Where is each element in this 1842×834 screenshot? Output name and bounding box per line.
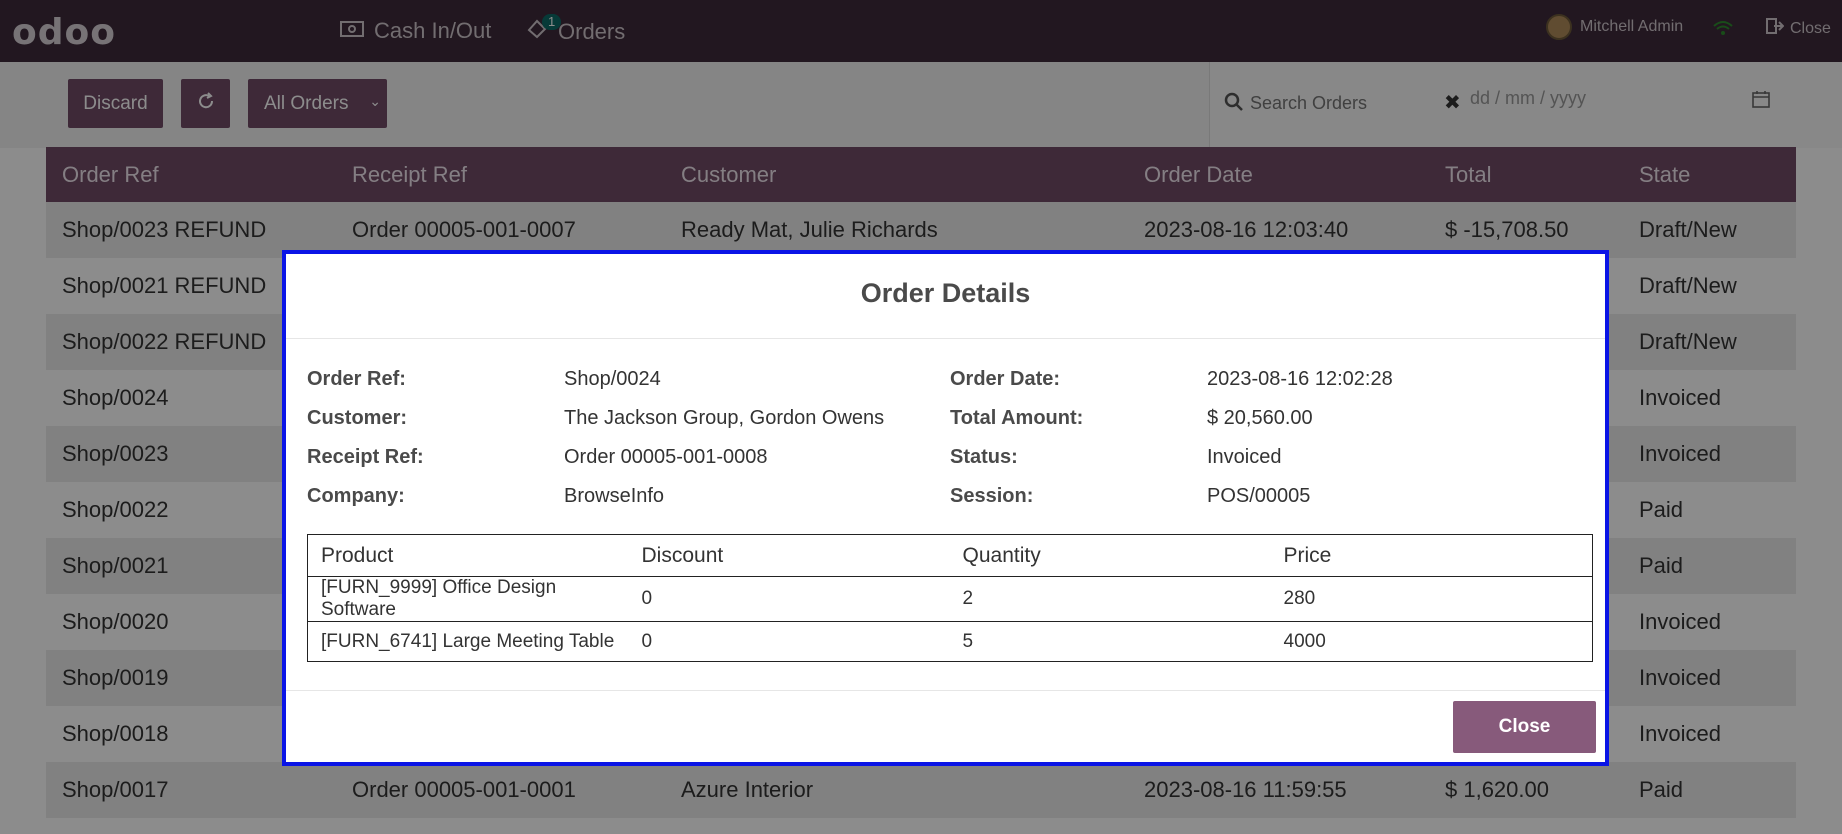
lines-header-discount: Discount [628,534,950,577]
line-quantity: 5 [949,621,1271,662]
status-label: Status: [950,446,1018,468]
line-discount: 0 [628,621,950,662]
customer-label: Customer: [307,407,408,429]
total-amount-label: Total Amount: [950,407,1084,429]
divider [286,690,1605,691]
lines-header-price: Price [1270,534,1593,577]
company-label: Company: [307,485,405,507]
line-discount: 0 [628,576,950,622]
line-quantity: 2 [949,576,1271,622]
lines-header-product: Product [307,534,629,577]
total-amount-value: $ 20,560.00 [1207,407,1313,429]
order-date-value: 2023-08-16 12:02:28 [1207,368,1393,390]
order-ref-value: Shop/0024 [564,368,661,390]
order-ref-label: Order Ref: [307,368,406,390]
close-dialog-button[interactable]: Close [1453,701,1596,753]
customer-value: The Jackson Group, Gordon Owens [564,407,885,429]
receipt-ref-value: Order 00005-001-0008 [564,446,768,468]
line-price: 4000 [1270,621,1593,662]
divider [286,338,1605,339]
line-product: [FURN_6741] Large Meeting Table [307,621,629,662]
dialog-title: Order Details [860,278,1031,308]
lines-header-quantity: Quantity [949,534,1271,577]
session-value: POS/00005 [1207,485,1311,507]
company-value: BrowseInfo [564,485,665,507]
receipt-ref-label: Receipt Ref: [307,446,424,468]
line-price: 280 [1270,576,1593,622]
order-line-row: [FURN_9999] Office Design Software 0 2 2… [307,576,1593,622]
order-line-row: [FURN_6741] Large Meeting Table 0 5 4000 [307,621,1593,662]
line-product: [FURN_9999] Office Design Software [307,576,629,622]
order-date-label: Order Date: [950,368,1061,390]
order-details-dialog: Order Details Order Ref: Shop/0024 Custo… [282,250,1609,766]
session-label: Session: [950,485,1034,507]
order-lines-header: Product Discount Quantity Price [307,534,1593,577]
status-value: Invoiced [1207,446,1282,468]
order-lines-table: Product Discount Quantity Price [FURN_99… [307,534,1593,662]
